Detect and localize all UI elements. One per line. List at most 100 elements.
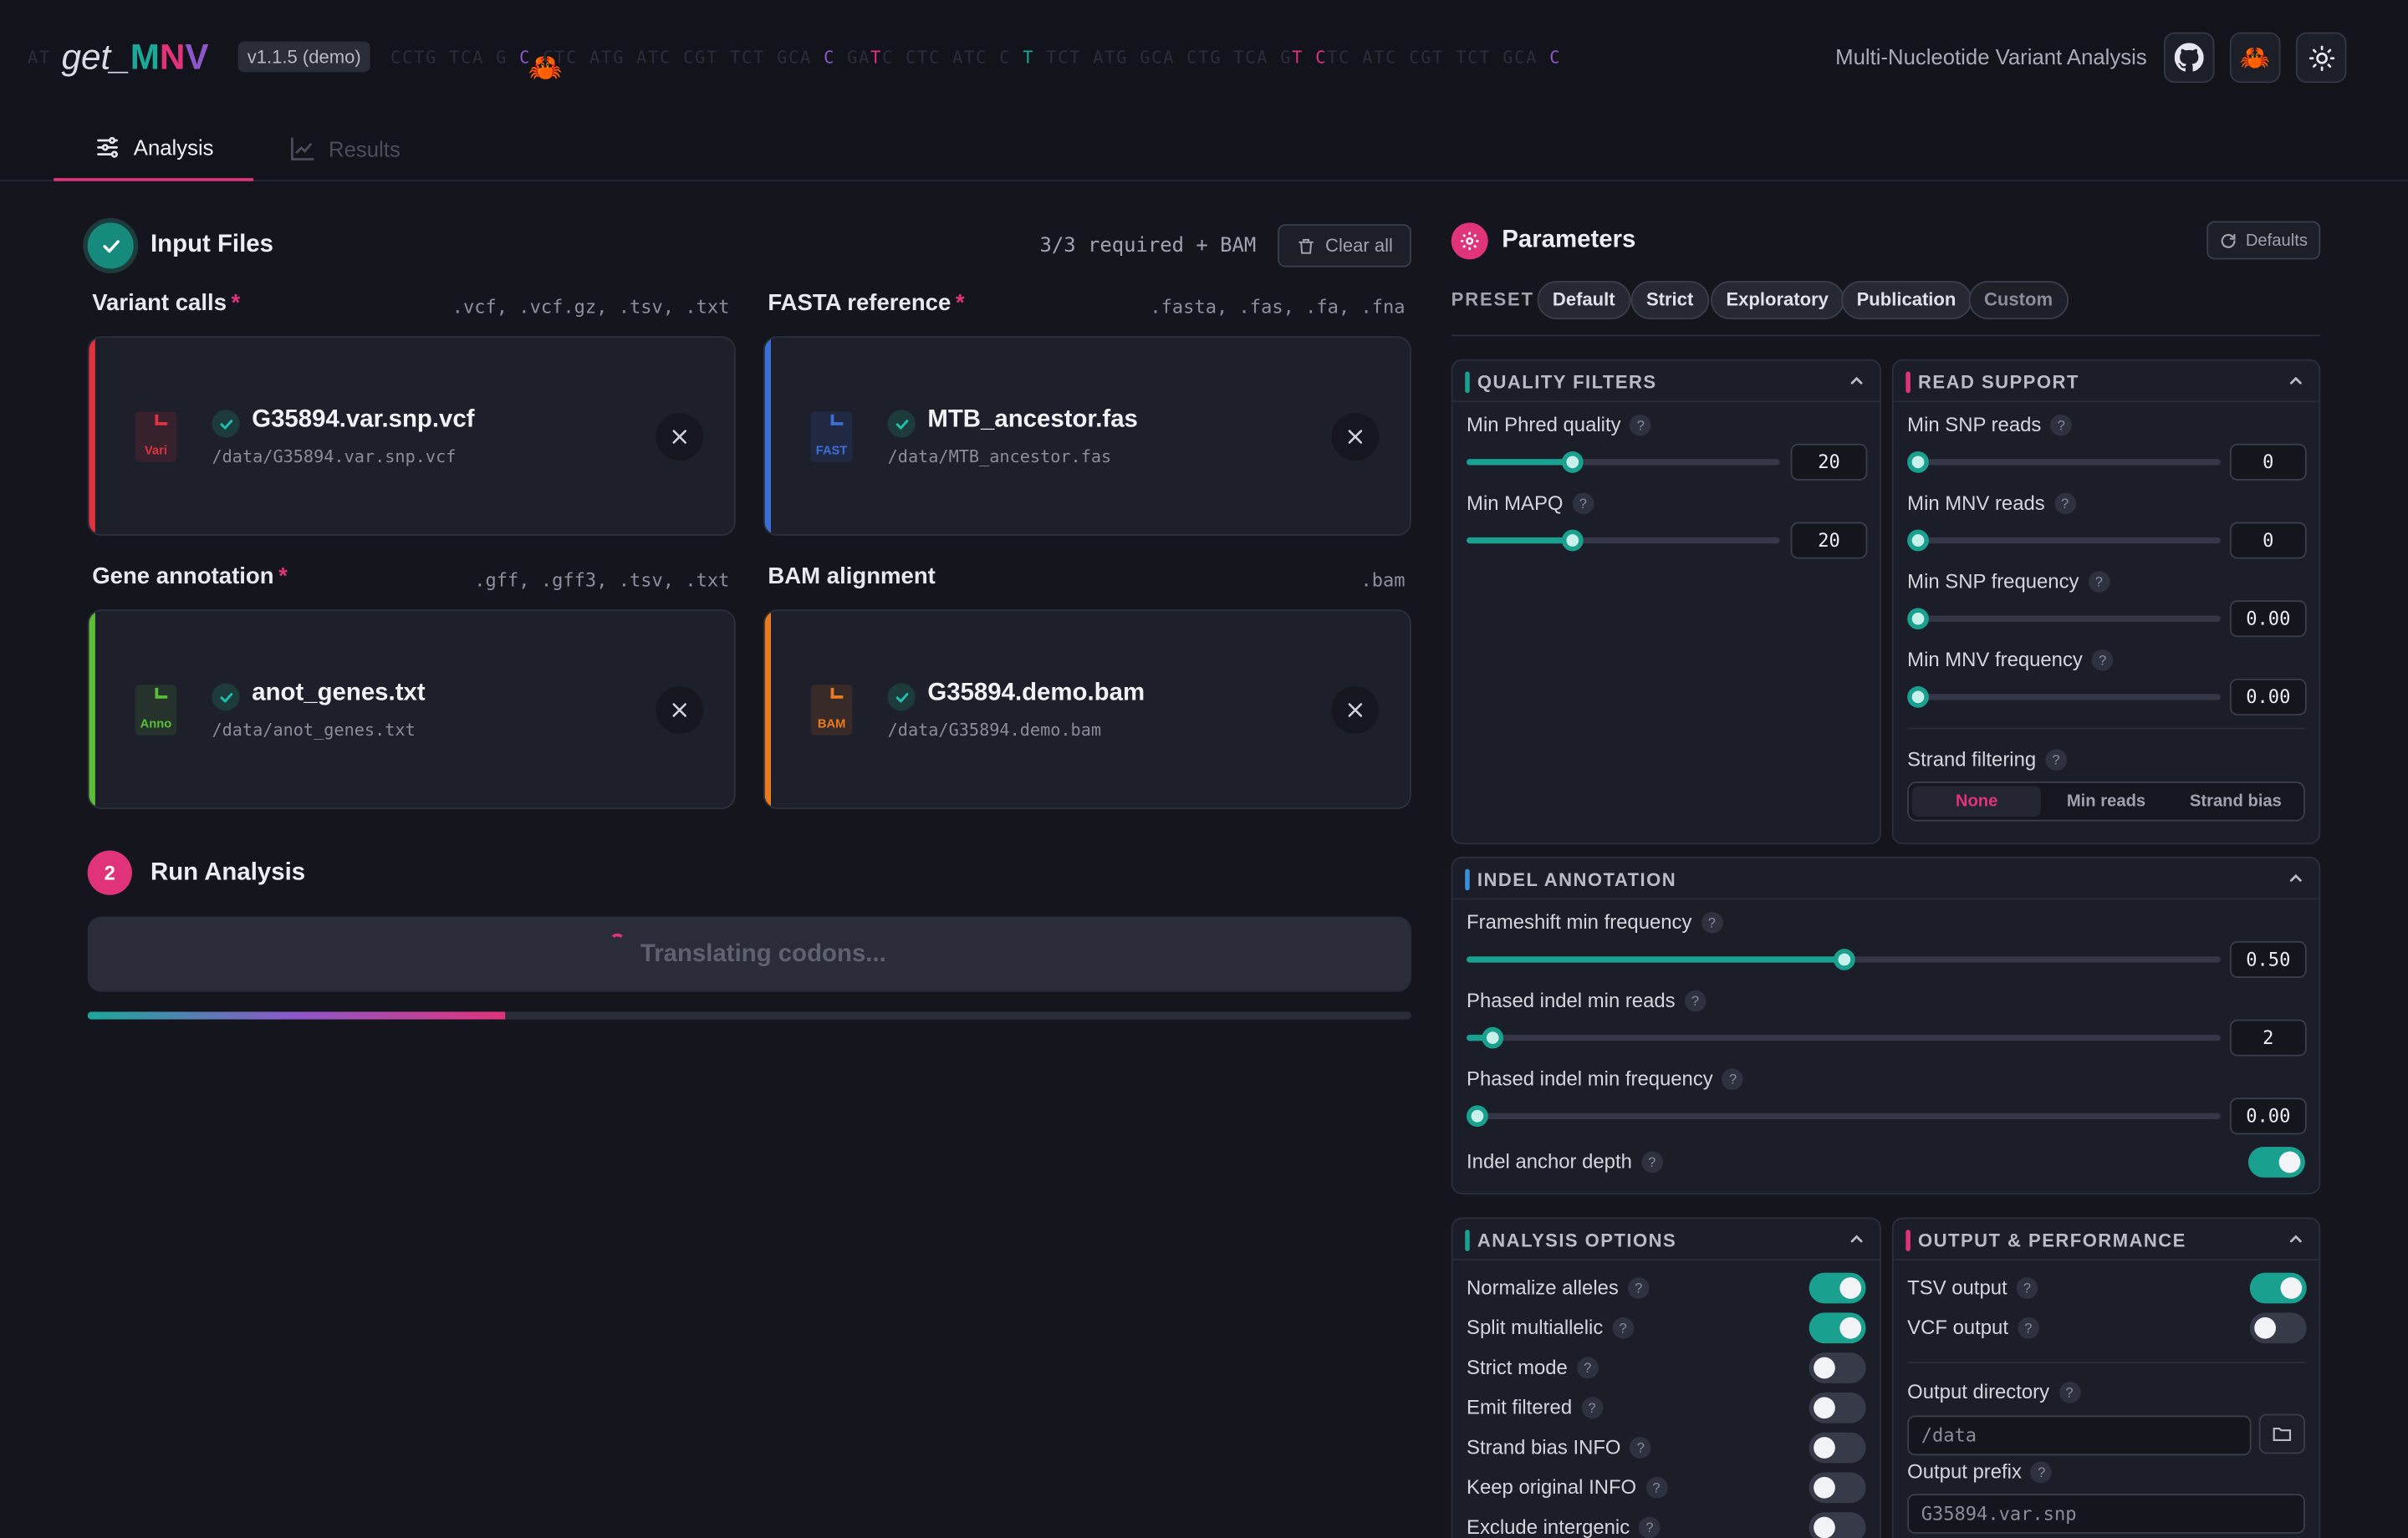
frameshift-slider[interactable] (1467, 949, 2221, 970)
frameshift-input[interactable]: 0.50 (2229, 940, 2307, 978)
help-icon[interactable]: ? (2091, 649, 2114, 671)
min-snp-freq-slider[interactable] (1907, 608, 2221, 630)
chevron-up-icon[interactable] (2287, 1230, 2305, 1248)
help-icon[interactable]: ? (2045, 749, 2067, 772)
output-performance-header[interactable]: OUTPUT & PERFORMANCE (1893, 1219, 2319, 1260)
strand-bias-info-toggle[interactable] (1809, 1432, 1866, 1464)
clear-all-button[interactable]: Clear all (1278, 224, 1411, 267)
quality-filters-header[interactable]: QUALITY FILTERS (1452, 361, 1880, 403)
preset-exploratory[interactable]: Exploratory (1711, 281, 1844, 320)
theme-toggle-button[interactable] (2295, 32, 2347, 84)
help-icon[interactable]: ? (1639, 1516, 1661, 1538)
phased-freq-slider[interactable] (1467, 1105, 2221, 1128)
help-icon[interactable]: ? (2053, 492, 2076, 515)
chevron-up-icon[interactable] (2287, 869, 2305, 888)
help-icon[interactable]: ? (1612, 1316, 1635, 1339)
slider-handle[interactable] (1467, 1105, 1489, 1128)
tsv-output-toggle[interactable] (2249, 1272, 2307, 1304)
bam-alignment-card[interactable]: BAM G35894.demo.bam /data/G35894.demo.ba… (763, 609, 1411, 809)
split-multiallelic-toggle[interactable] (1809, 1312, 1866, 1344)
min-mnv-freq-input[interactable]: 0.00 (2229, 678, 2307, 716)
chevron-up-icon[interactable] (2287, 371, 2305, 390)
slider-handle[interactable] (1907, 608, 1929, 630)
gene-annotation-remove-button[interactable] (656, 686, 704, 734)
bam-alignment-remove-button[interactable] (1331, 686, 1380, 734)
anchor-depth-toggle[interactable] (2247, 1147, 2305, 1178)
help-icon[interactable]: ? (2017, 1316, 2039, 1339)
keep-original-info-toggle[interactable] (1809, 1472, 1866, 1504)
strand-option-strand-bias[interactable]: Strand bias (2171, 786, 2300, 817)
slider-handle[interactable] (1833, 949, 1854, 970)
github-button[interactable] (2163, 32, 2215, 84)
help-icon[interactable]: ? (1630, 414, 1652, 436)
help-icon[interactable]: ? (1701, 911, 1723, 934)
fasta-reference-remove-button[interactable] (1331, 413, 1380, 461)
browse-folder-button[interactable] (2258, 1413, 2305, 1454)
slider-handle[interactable] (1907, 686, 1929, 708)
slider-handle[interactable] (1482, 1026, 1504, 1049)
help-icon[interactable]: ? (2059, 1382, 2080, 1403)
output-directory-input[interactable]: /data (1907, 1415, 2252, 1456)
phased-reads-slider[interactable] (1467, 1026, 2221, 1049)
crab-button[interactable]: 🦀 (2229, 32, 2281, 84)
min-snp-freq-input[interactable]: 0.00 (2229, 600, 2307, 638)
variant-calls-remove-button[interactable] (656, 413, 704, 461)
tab-results[interactable]: Results (288, 115, 400, 181)
min-snp-reads-input[interactable]: 0 (2229, 443, 2307, 481)
min-mnv-reads-slider[interactable] (1907, 529, 2221, 552)
run-analysis-button[interactable]: Translating codons... (87, 916, 1411, 992)
slider-handle[interactable] (1907, 529, 1929, 552)
normalize-alleles-toggle[interactable] (1809, 1272, 1866, 1304)
slider-handle[interactable] (1562, 451, 1584, 473)
help-icon[interactable]: ? (1627, 1277, 1650, 1299)
help-icon[interactable]: ? (1581, 1397, 1603, 1419)
min-snp-reads-slider[interactable] (1907, 451, 2221, 473)
min-mnv-freq-slider[interactable] (1907, 686, 2221, 708)
vcf-output-toggle[interactable] (2249, 1312, 2307, 1344)
slider-handle[interactable] (1907, 451, 1929, 473)
defaults-button[interactable]: Defaults (2206, 221, 2321, 260)
exclude-intergenic-toggle[interactable] (1809, 1512, 1866, 1538)
min-phred-input[interactable]: 20 (1790, 443, 1868, 481)
min-mnv-reads-input[interactable]: 0 (2229, 522, 2307, 559)
slider-handle[interactable] (1562, 529, 1584, 552)
help-icon[interactable]: ? (1640, 1151, 1663, 1174)
preset-default[interactable]: Default (1537, 281, 1630, 320)
help-icon[interactable]: ? (1576, 1357, 1599, 1379)
tab-analysis[interactable]: Analysis (54, 115, 254, 181)
help-icon[interactable]: ? (2088, 571, 2110, 593)
help-icon[interactable]: ? (1722, 1068, 1744, 1091)
preset-strict[interactable]: Strict (1630, 281, 1709, 320)
min-mapq-input[interactable]: 20 (1790, 522, 1868, 559)
strand-option-min-reads[interactable]: Min reads (2042, 786, 2171, 817)
help-icon[interactable]: ? (2050, 414, 2073, 436)
phased-reads-input[interactable]: 2 (2229, 1019, 2307, 1057)
min-phred-slider[interactable] (1467, 451, 1780, 473)
phased-freq-input[interactable]: 0.00 (2229, 1097, 2307, 1135)
read-support-header[interactable]: READ SUPPORT (1893, 361, 2319, 403)
gene-annotation-card[interactable]: Anno anot_genes.txt /data/anot_genes.txt (87, 609, 736, 809)
phased-reads-label: Phased indel min reads? (1467, 989, 1707, 1012)
file-icon-label: Vari (144, 443, 167, 458)
help-icon[interactable]: ? (1630, 1437, 1652, 1459)
help-icon[interactable]: ? (2016, 1277, 2038, 1299)
strict-mode-toggle[interactable] (1809, 1352, 1866, 1383)
preset-publication[interactable]: Publication (1841, 281, 1972, 320)
help-icon[interactable]: ? (1645, 1476, 1667, 1499)
help-icon[interactable]: ? (2030, 1461, 2053, 1484)
chevron-up-icon[interactable] (1848, 1230, 1866, 1248)
help-icon[interactable]: ? (1684, 990, 1707, 1012)
indel-annotation-header[interactable]: INDEL ANNOTATION (1452, 858, 2319, 900)
analysis-options-header[interactable]: ANALYSIS OPTIONS (1452, 1219, 1880, 1260)
strand-option-none[interactable]: None (1911, 786, 2042, 817)
file-fold (155, 687, 168, 699)
emit-filtered-toggle[interactable] (1809, 1392, 1866, 1423)
output-prefix-input[interactable]: G35894.var.snp (1907, 1494, 2305, 1534)
variant-calls-card[interactable]: Vari G35894.var.snp.vcf /data/G35894.var… (87, 336, 736, 537)
help-icon[interactable]: ? (1572, 492, 1594, 515)
gene-annotation-extensions: .gff, .gff3, .tsv, .txt (474, 569, 730, 592)
fasta-reference-card[interactable]: FAST MTB_ancestor.fas /data/MTB_ancestor… (763, 336, 1411, 537)
preset-custom[interactable]: Custom (1968, 281, 2069, 320)
chevron-up-icon[interactable] (1848, 371, 1866, 390)
min-mapq-slider[interactable] (1467, 529, 1780, 552)
